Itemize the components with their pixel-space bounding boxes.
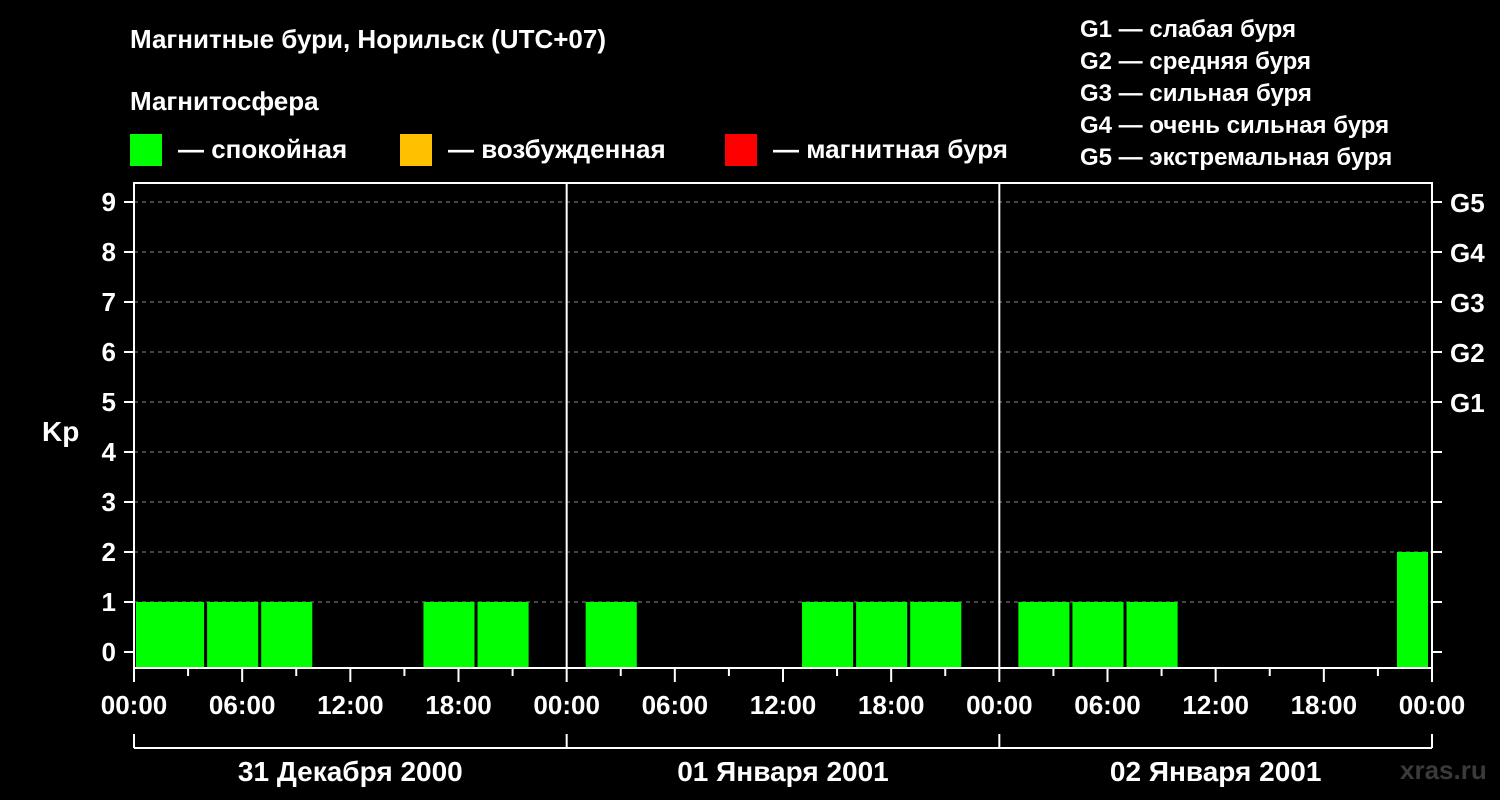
x-tick-label: 18:00	[1291, 690, 1358, 720]
g-level-label: G5	[1450, 188, 1485, 218]
watermark: xras.ru	[1400, 755, 1487, 785]
day-label: 02 Января 2001	[1110, 756, 1322, 787]
plot-frame	[133, 182, 1433, 669]
g-level-label: G4	[1450, 238, 1485, 268]
y-tick-label: 8	[102, 237, 116, 267]
x-tick-label: 00:00	[966, 690, 1033, 720]
day-label: 01 Января 2001	[677, 756, 889, 787]
x-tick-label: 18:00	[425, 690, 492, 720]
x-tick-label: 06:00	[209, 690, 276, 720]
x-tick-label: 00:00	[533, 690, 600, 720]
kp-bar	[585, 602, 637, 668]
kp-bar	[477, 602, 529, 668]
y-tick-label: 5	[102, 387, 116, 417]
y-tick-label: 4	[102, 437, 117, 467]
x-tick-label: 06:00	[1074, 690, 1141, 720]
kp-bar	[1126, 602, 1178, 668]
x-tick-label: 00:00	[101, 690, 168, 720]
x-tick-label: 00:00	[1399, 690, 1466, 720]
day-label: 31 Декабря 2000	[238, 756, 463, 787]
x-tick-label: 12:00	[750, 690, 817, 720]
kp-bar	[423, 602, 475, 668]
y-axis-label: Kp	[42, 416, 79, 447]
kp-bar	[1072, 602, 1124, 668]
y-tick-label: 3	[102, 487, 116, 517]
kp-bar	[910, 602, 962, 668]
g-level-label: G1	[1450, 388, 1485, 418]
g-level-label: G3	[1450, 288, 1485, 318]
x-tick-label: 18:00	[858, 690, 925, 720]
y-tick-label: 1	[102, 587, 116, 617]
x-tick-label: 12:00	[317, 690, 384, 720]
y-tick-label: 0	[102, 637, 116, 667]
x-tick-label: 12:00	[1182, 690, 1249, 720]
kp-bar	[856, 602, 908, 668]
kp-bar	[1018, 602, 1070, 668]
g-level-label: G2	[1450, 338, 1485, 368]
kp-bar	[153, 602, 205, 668]
kp-bar	[1396, 552, 1428, 668]
kp-chart: 0 1 2 3 4 5 6 7 8 9 G1 G2 G3 G4 G5 Kp 00:00 06:00 12:00 18:…	[42, 182, 1485, 787]
y-tick-label: 9	[102, 187, 116, 217]
kp-bar	[802, 602, 854, 668]
y-tick-label: 7	[102, 287, 116, 317]
x-tick-label: 06:00	[642, 690, 709, 720]
kp-bar	[261, 602, 313, 668]
y-tick-label: 6	[102, 337, 116, 367]
y-tick-label: 2	[102, 537, 116, 567]
kp-bar	[207, 602, 259, 668]
